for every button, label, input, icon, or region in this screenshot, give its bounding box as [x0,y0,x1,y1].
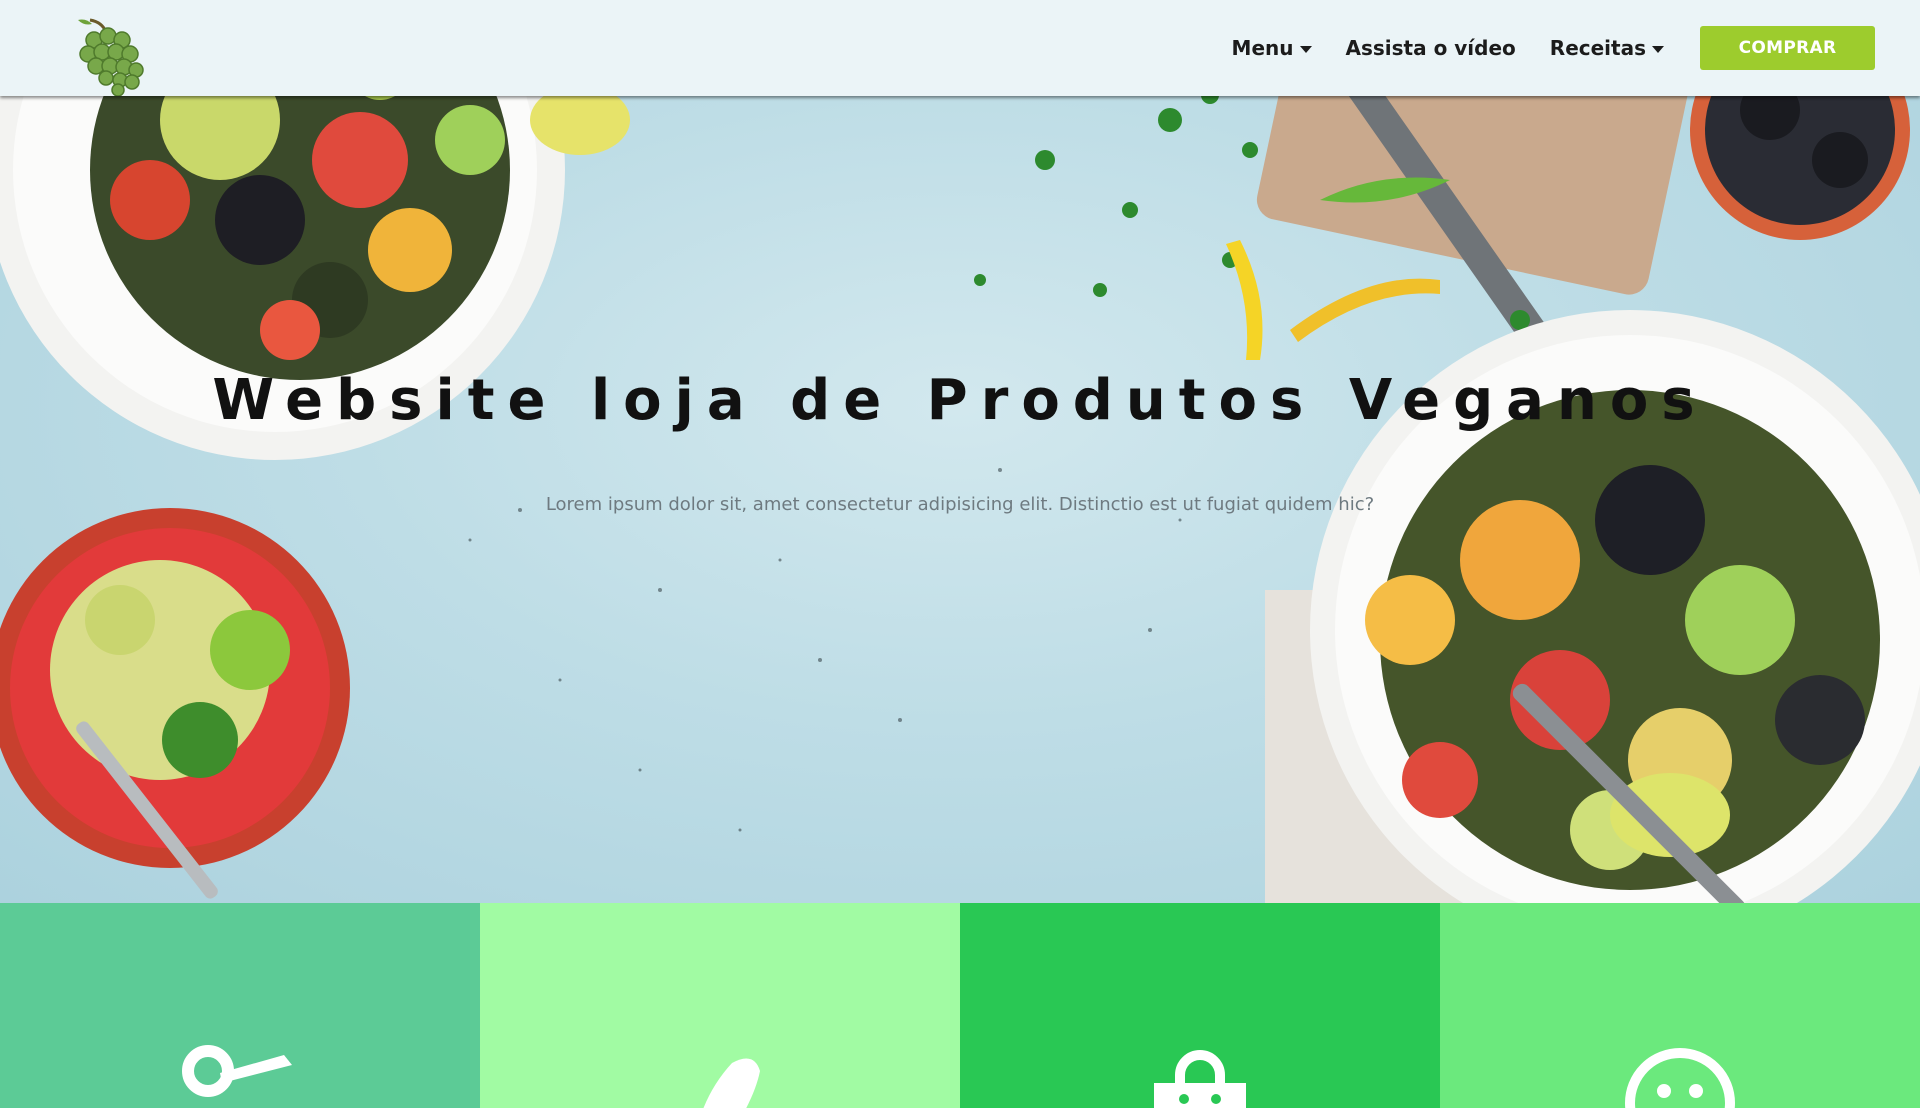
nav-item-recipes-label: Receitas [1549,36,1646,60]
feature-strip [0,903,1920,1108]
nav-item-recipes[interactable]: Receitas [1550,36,1664,60]
buy-button[interactable]: COMPRAR [1700,26,1875,70]
feature-tile-knife [480,903,960,1108]
hero-title: Website loja de Produtos Veganos [212,368,1708,433]
scissors-icon [182,1045,292,1097]
hero-subtitle: Lorem ipsum dolor sit, amet consectetur … [545,494,1375,515]
feature-tile-bag [960,903,1440,1108]
feature-tile-smile [1440,903,1920,1108]
nav-item-watch-video-label: Assista o vídeo [1345,36,1516,60]
nav-links: Menu Assista o vídeo Receitas COMPRAR [1232,26,1875,70]
shopping-bag-icon [1154,1050,1246,1108]
nav-item-watch-video[interactable]: Assista o vídeo [1346,36,1516,60]
top-navbar: Menu Assista o vídeo Receitas COMPRAR [0,0,1920,96]
nav-item-menu[interactable]: Menu [1232,36,1312,60]
hero-food-image [0,0,1920,904]
nav-item-menu-label: Menu [1231,36,1294,60]
caret-down-icon [1652,45,1664,53]
caret-down-icon [1299,45,1312,53]
grapes-icon[interactable] [70,14,162,96]
smile-icon [1625,1048,1735,1108]
knife-icon [703,1058,760,1108]
feature-tile-scissors [0,903,480,1108]
hero-section: Website loja de Produtos Veganos Lorem i… [0,0,1920,904]
